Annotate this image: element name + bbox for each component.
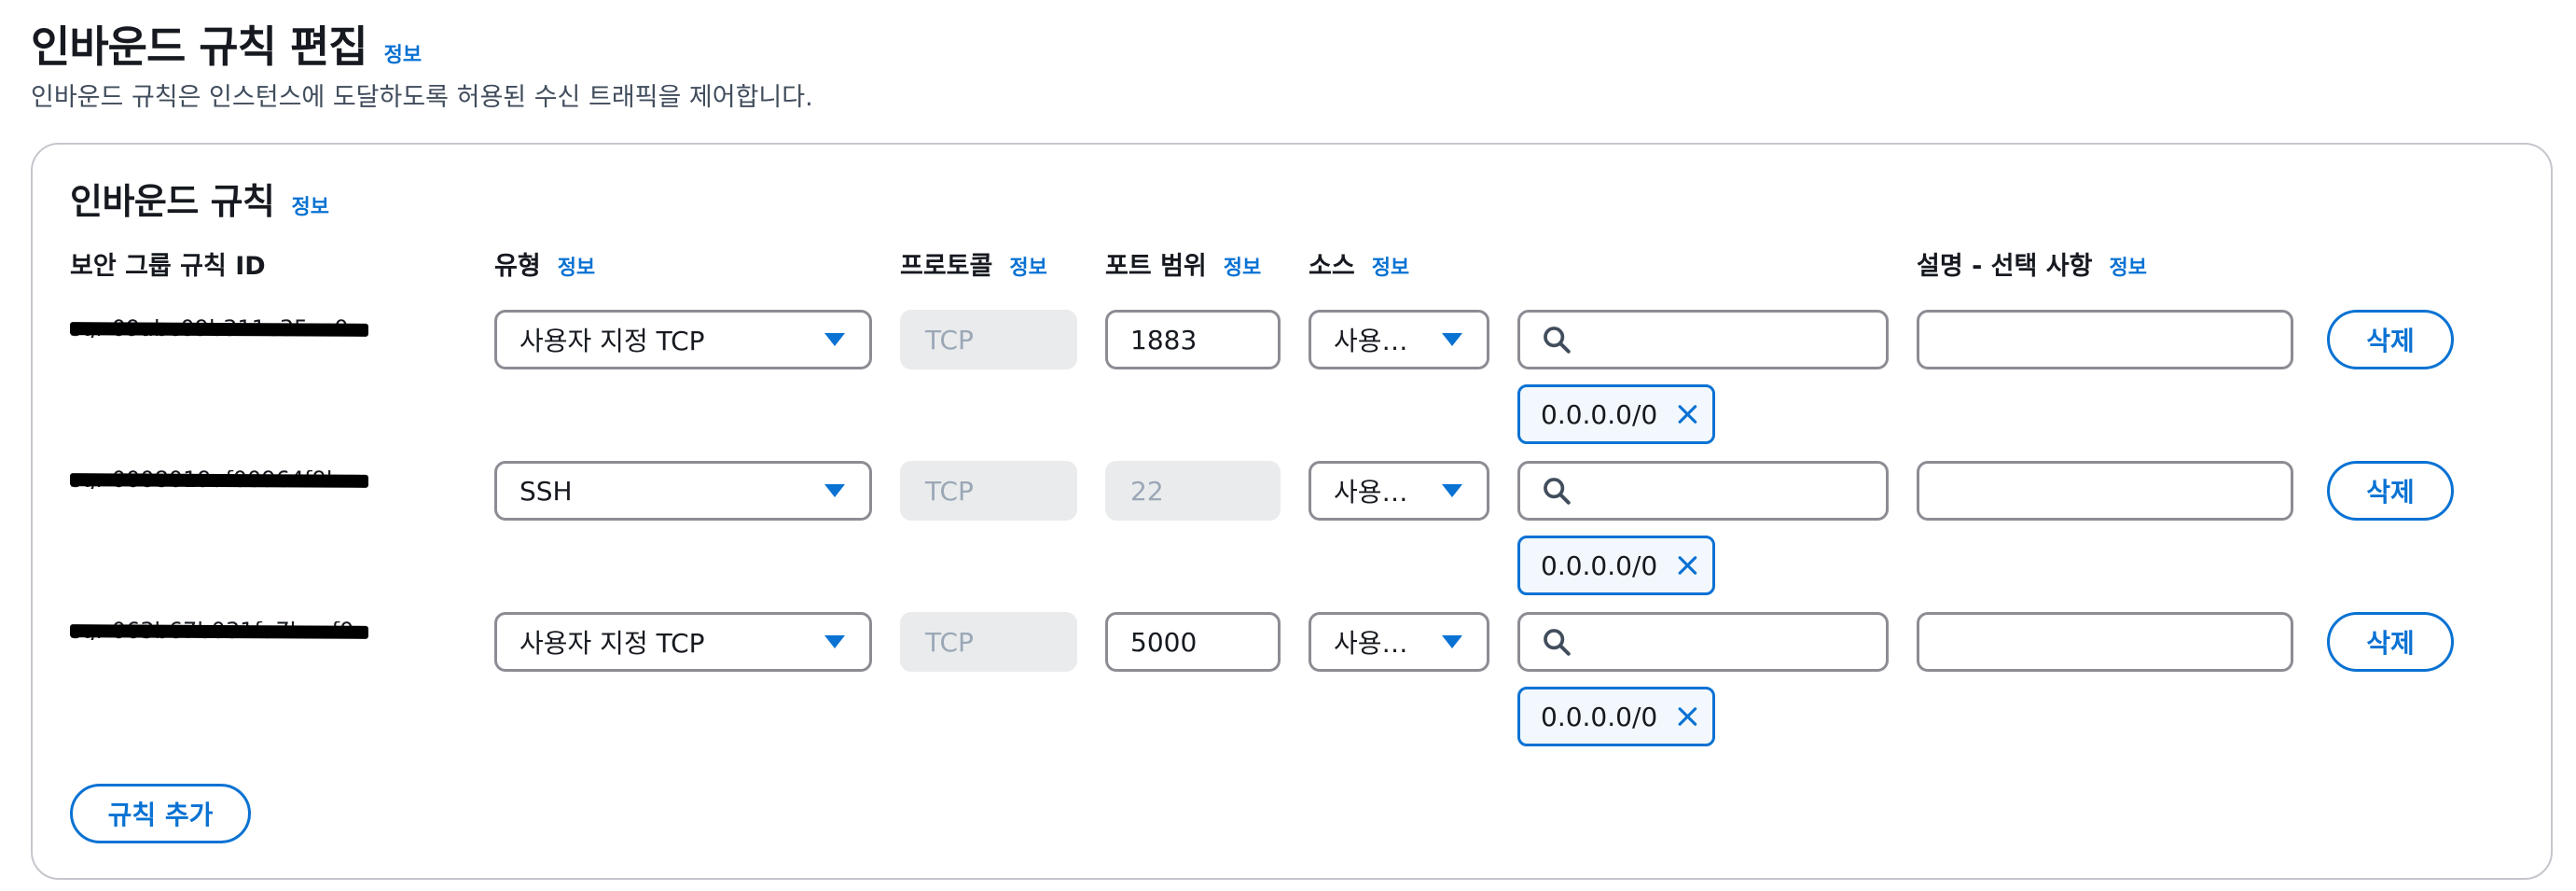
type-select[interactable]: SSH (494, 461, 872, 521)
page-title: 인바운드 규칙 편집 (31, 21, 368, 72)
redaction-mark (70, 624, 368, 639)
search-icon (1544, 478, 1571, 505)
description-input[interactable] (1917, 461, 2293, 521)
cidr-token: 0.0.0.0/0 (1517, 687, 1715, 746)
protocol-field: TCP (900, 310, 1077, 369)
delete-rule-button[interactable]: 삭제 (2327, 461, 2454, 521)
section-info-link[interactable]: 정보 (292, 190, 329, 220)
rule-id: sgr-0008019af00964f9b (70, 470, 368, 489)
protocol-field: TCP (900, 461, 1077, 521)
source-type-select[interactable]: 사용… (1309, 612, 1489, 672)
inbound-rules-panel: 인바운드 규칙 정보 보안 그룹 규칙 ID 유형 정보 프로토콜 정보 포트 … (31, 143, 2553, 880)
description-input[interactable] (1917, 310, 2293, 369)
source-type-select[interactable]: 사용… (1309, 310, 1489, 369)
caret-down-icon (1442, 635, 1462, 648)
redaction-mark (70, 473, 368, 488)
port-range-input: 22 (1105, 461, 1281, 521)
description-info-link[interactable]: 정보 (2109, 251, 2146, 281)
description-input[interactable] (1917, 612, 2293, 672)
column-header-type: 유형 정보 (494, 251, 596, 281)
protocol-info-link[interactable]: 정보 (1009, 251, 1046, 281)
caret-down-icon (824, 333, 845, 346)
source-search-input[interactable] (1517, 310, 1889, 369)
caret-down-icon (824, 635, 845, 648)
source-type-select[interactable]: 사용… (1309, 461, 1489, 521)
cidr-token: 0.0.0.0/0 (1517, 536, 1715, 595)
port-range-input[interactable]: 5000 (1105, 612, 1281, 672)
search-icon (1544, 629, 1571, 656)
close-icon[interactable] (1676, 550, 1699, 580)
type-info-link[interactable]: 정보 (558, 251, 595, 281)
source-info-link[interactable]: 정보 (1372, 251, 1409, 281)
protocol-field: TCP (900, 612, 1077, 672)
column-header-description: 설명 - 선택 사항 정보 (1917, 251, 2147, 281)
type-select[interactable]: 사용자 지정 TCP (494, 612, 872, 672)
close-icon[interactable] (1676, 399, 1699, 429)
rule-id: sgr-063b67b031fa7baef0 (70, 621, 368, 640)
caret-down-icon (824, 484, 845, 497)
add-rule-button[interactable]: 규칙 추가 (70, 784, 251, 843)
delete-rule-button[interactable]: 삭제 (2327, 310, 2454, 369)
column-header-protocol: 프로토콜 정보 (900, 251, 1047, 281)
caret-down-icon (1442, 484, 1462, 497)
delete-rule-button[interactable]: 삭제 (2327, 612, 2454, 672)
caret-down-icon (1442, 333, 1462, 346)
source-search-input[interactable] (1517, 612, 1889, 672)
page-info-link[interactable]: 정보 (384, 38, 422, 68)
page-description: 인바운드 규칙은 인스턴스에 도달하도록 허용된 수신 트래픽을 제어합니다. (31, 83, 813, 112)
section-title: 인바운드 규칙 (70, 181, 275, 222)
rule-id: sgr-09abc09b311e35ec0 (70, 319, 368, 338)
column-header-port-range: 포트 범위 정보 (1105, 251, 1262, 281)
source-search-input[interactable] (1517, 461, 1889, 521)
search-icon (1544, 327, 1571, 354)
port-info-link[interactable]: 정보 (1224, 251, 1261, 281)
redaction-mark (70, 322, 368, 337)
close-icon[interactable] (1676, 702, 1699, 731)
page-header: 인바운드 규칙 편집 정보 (31, 13, 422, 75)
column-header-rule-id: 보안 그룹 규칙 ID (70, 252, 266, 281)
column-header-source: 소스 정보 (1309, 251, 1410, 281)
type-select[interactable]: 사용자 지정 TCP (494, 310, 872, 369)
port-range-input[interactable]: 1883 (1105, 310, 1281, 369)
cidr-token: 0.0.0.0/0 (1517, 384, 1715, 444)
